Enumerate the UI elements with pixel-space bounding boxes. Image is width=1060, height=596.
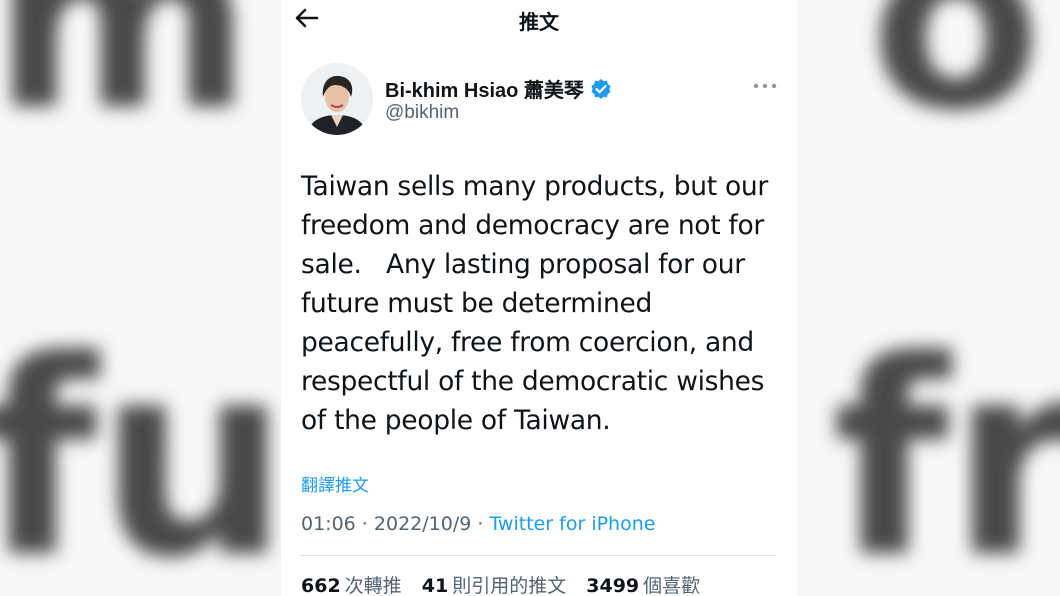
page-title: 推文 <box>519 12 559 34</box>
author-handle[interactable]: @bikhim <box>385 102 459 124</box>
tweet-date: 2022/10/9 <box>373 513 472 535</box>
retweets-label: 次轉推 <box>344 575 402 596</box>
likes-label: 個喜歡 <box>643 575 701 596</box>
meta-separator: · <box>355 513 374 535</box>
tweet-text: Taiwan sells many products, but our free… <box>301 171 768 436</box>
avatar[interactable] <box>301 63 373 135</box>
quotes-stat[interactable]: 41 則引用的推文 <box>422 575 566 596</box>
meta-separator: · <box>471 513 490 535</box>
tweet-source-link[interactable]: Twitter for iPhone <box>489 513 655 535</box>
tweet-time: 01:06 <box>301 513 356 535</box>
likes-stat[interactable]: 3499 個喜歡 <box>586 575 700 596</box>
verified-badge-icon <box>591 78 611 99</box>
tweet-detail-panel: 推文 Bi-khim Hsiao 蕭美琴 @bikhim Taiwan sell… <box>281 0 797 596</box>
retweets-count: 662 <box>301 575 341 596</box>
background-text-right-top: o <box>870 0 1042 165</box>
divider <box>301 555 776 556</box>
background-text-left-bottom: fu <box>0 302 290 596</box>
background-text-right-bottom: fre <box>832 302 1060 596</box>
quotes-count: 41 <box>421 575 449 596</box>
likes-count: 3499 <box>586 575 640 596</box>
top-bar: 推文 <box>281 0 797 40</box>
more-options-icon[interactable] <box>751 78 779 94</box>
background-text-left-top: m <box>0 0 253 165</box>
translate-tweet-link[interactable]: 翻譯推文 <box>301 471 369 496</box>
avatar-portrait-icon <box>301 63 373 135</box>
tweet-meta: 01:06 · 2022/10/9 · Twitter for iPhone <box>301 513 655 535</box>
retweets-stat[interactable]: 662 次轉推 <box>301 575 402 596</box>
quotes-label: 則引用的推文 <box>452 575 567 596</box>
author-name[interactable]: Bi-khim Hsiao 蕭美琴 <box>385 74 584 103</box>
engagement-stats: 662 次轉推 41 則引用的推文 3499 個喜歡 <box>301 571 714 596</box>
author-name-row: Bi-khim Hsiao 蕭美琴 <box>385 74 612 103</box>
